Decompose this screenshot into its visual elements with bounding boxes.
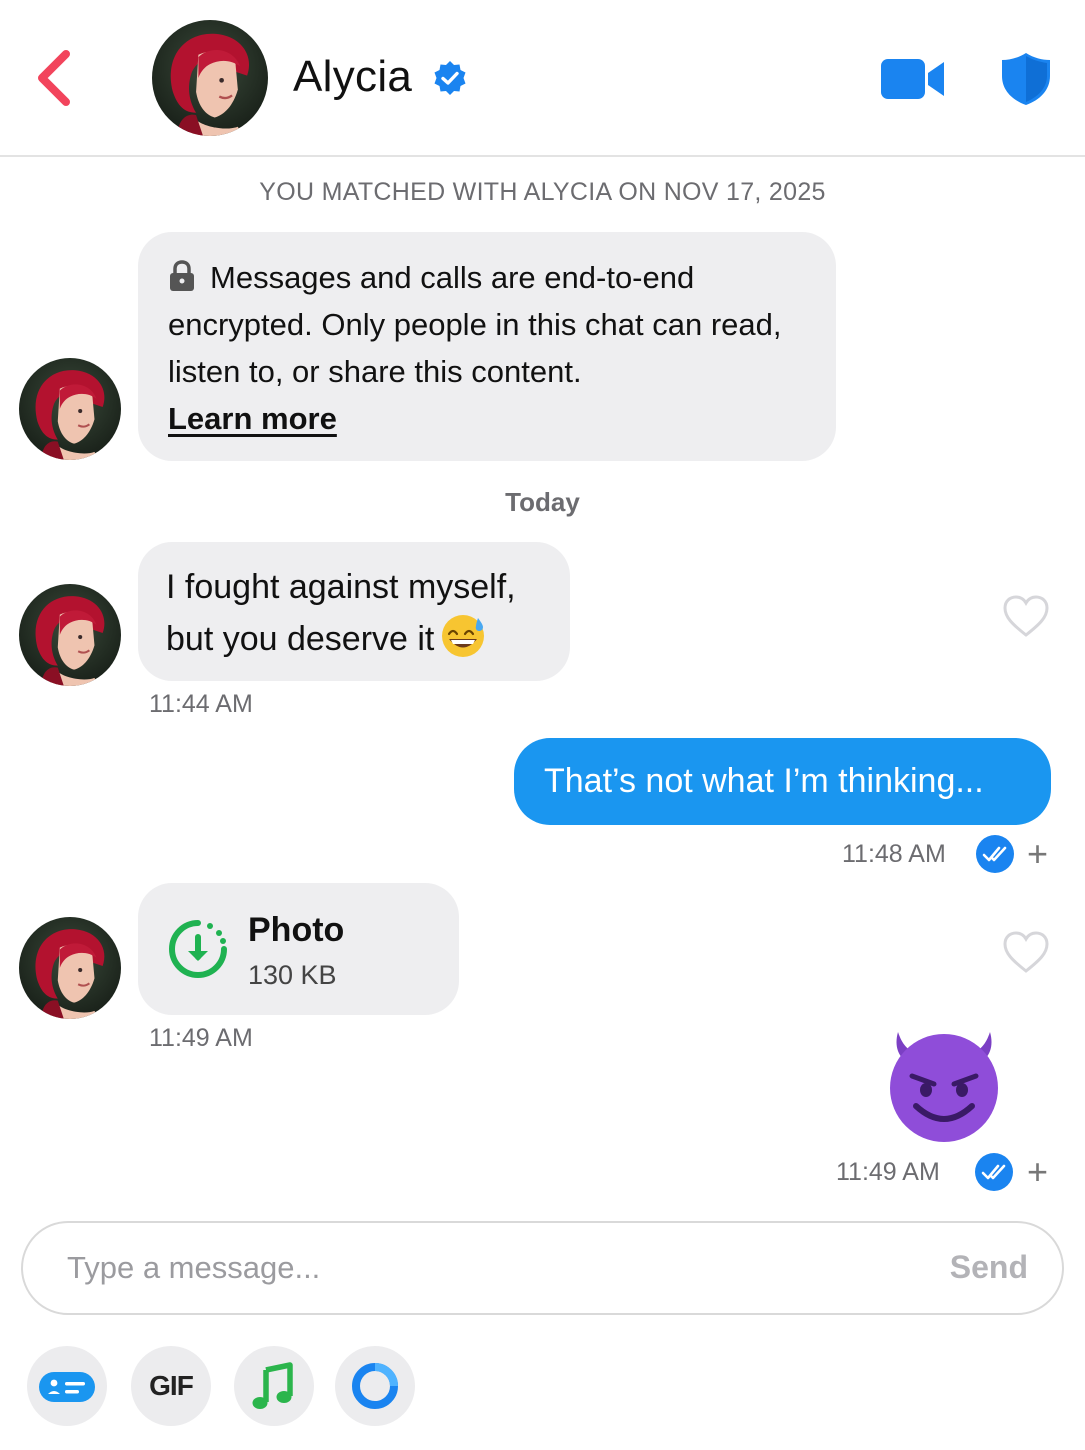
lock-icon: [170, 260, 194, 291]
add-reaction-button[interactable]: +: [1027, 836, 1048, 872]
video-call-button[interactable]: [880, 56, 946, 102]
video-camera-icon: [881, 59, 944, 99]
contact-avatar[interactable]: [19, 584, 121, 686]
music-button[interactable]: [234, 1346, 314, 1426]
loop-ring-icon: [352, 1363, 398, 1409]
outgoing-message[interactable]: That’s not what I’m thinking...: [514, 738, 1051, 825]
heart-icon[interactable]: [1002, 594, 1050, 638]
attachment-title: Photo: [248, 911, 345, 949]
chat-header: Alycia: [0, 0, 1085, 157]
read-receipt-icon: [975, 834, 1015, 874]
verified-badge-icon: [434, 61, 466, 95]
read-receipt-icon: [974, 1152, 1014, 1192]
profile-photo: [19, 584, 121, 686]
message-composer: Send: [21, 1221, 1064, 1315]
message-input[interactable]: [67, 1237, 887, 1299]
smiling-devil-emoji[interactable]: [884, 1024, 1004, 1144]
loop-button[interactable]: [335, 1346, 415, 1426]
contact-avatar[interactable]: [19, 917, 121, 1019]
incoming-message[interactable]: I fought against myself, but you deserve…: [138, 542, 570, 681]
safety-button[interactable]: [1000, 52, 1052, 106]
contact-avatar[interactable]: [19, 358, 121, 460]
music-note-icon: [252, 1362, 293, 1409]
encryption-notice: Messages and calls are end-to-end encryp…: [138, 232, 836, 461]
attachment-size: 130 KB: [248, 960, 337, 990]
learn-more-link[interactable]: Learn more: [168, 401, 337, 436]
download-icon[interactable]: [166, 917, 230, 981]
back-button[interactable]: [30, 46, 80, 110]
grinning-sweat-emoji: [442, 615, 485, 657]
heart-icon[interactable]: [1002, 930, 1050, 974]
message-time: 11:48 AM: [842, 840, 946, 868]
gif-icon: GIF: [149, 1370, 194, 1401]
add-reaction-button[interactable]: +: [1027, 1154, 1048, 1190]
encryption-text: Messages and calls are end-to-end encryp…: [168, 260, 782, 389]
match-banner: YOU MATCHED WITH ALYCIA ON NOV 17, 2025: [259, 178, 826, 206]
shield-icon: [1002, 53, 1050, 105]
message-time: 11:49 AM: [836, 1158, 940, 1186]
profile-photo: [19, 358, 121, 460]
header-avatar[interactable]: [152, 20, 268, 136]
profile-photo: [152, 20, 268, 136]
message-time: 11:44 AM: [149, 690, 253, 718]
contact-name[interactable]: Alycia: [293, 52, 412, 102]
chevron-left-icon: [38, 50, 70, 106]
photo-attachment[interactable]: Photo 130 KB: [138, 883, 459, 1015]
message-time: 11:49 AM: [149, 1024, 253, 1052]
sticker-card-icon: [39, 1372, 95, 1402]
day-separator: Today: [505, 487, 580, 517]
profile-photo: [19, 917, 121, 1019]
send-button[interactable]: Send: [950, 1249, 1028, 1286]
sticker-button[interactable]: [27, 1346, 107, 1426]
gif-button[interactable]: GIF: [131, 1346, 211, 1426]
